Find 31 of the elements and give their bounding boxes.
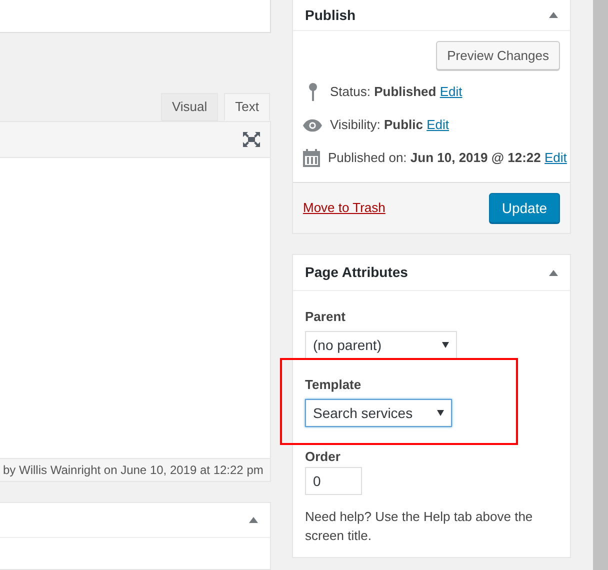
last-edited-text: by Willis Wainright on June 10, 2019 at 12:22 pm: [3, 462, 264, 479]
collapse-icon[interactable]: [249, 517, 258, 523]
order-label: Order: [305, 448, 342, 466]
collapse-icon[interactable]: [549, 270, 558, 276]
collapse-icon[interactable]: [549, 12, 558, 18]
template-label: Template: [305, 376, 362, 394]
edit-link[interactable]: Edit: [440, 84, 462, 100]
panel-title: Page Attributes: [305, 263, 408, 282]
scrollbar[interactable]: [593, 0, 608, 570]
parent-label: Parent: [305, 308, 346, 326]
publish-info-text: Published on: Jun 10, 2019 @ 12:22 Edit: [328, 149, 567, 168]
dropdown-caret-icon: [442, 342, 449, 348]
publish-info-text: Status: Published Edit: [330, 83, 462, 102]
dropdown-caret-icon: [437, 410, 444, 416]
editor-tab[interactable]: Text: [224, 93, 270, 121]
panel-title: Publish: [305, 6, 356, 24]
calendar-icon: [303, 149, 320, 167]
edit-link[interactable]: Edit: [544, 150, 567, 166]
help-text: Need help? Use the Help tab above the screen title.: [305, 508, 534, 545]
pin-icon: [308, 83, 316, 101]
parent-select[interactable]: (no parent): [305, 331, 457, 359]
move-to-trash-link[interactable]: Move to Trash: [303, 198, 386, 218]
update-button[interactable]: Update: [488, 193, 560, 223]
edit-link[interactable]: Edit: [426, 117, 450, 132]
template-select[interactable]: Search services: [305, 399, 452, 427]
order-field[interactable]: 0: [305, 467, 362, 495]
publish-info-text: Visibility: Public Edit: [330, 116, 450, 134]
fullscreen-icon[interactable]: [243, 132, 260, 147]
editor-tab[interactable]: Visual: [160, 93, 218, 121]
eye-icon: [303, 118, 322, 132]
preview-changes-button[interactable]: Preview Changes: [436, 41, 560, 70]
